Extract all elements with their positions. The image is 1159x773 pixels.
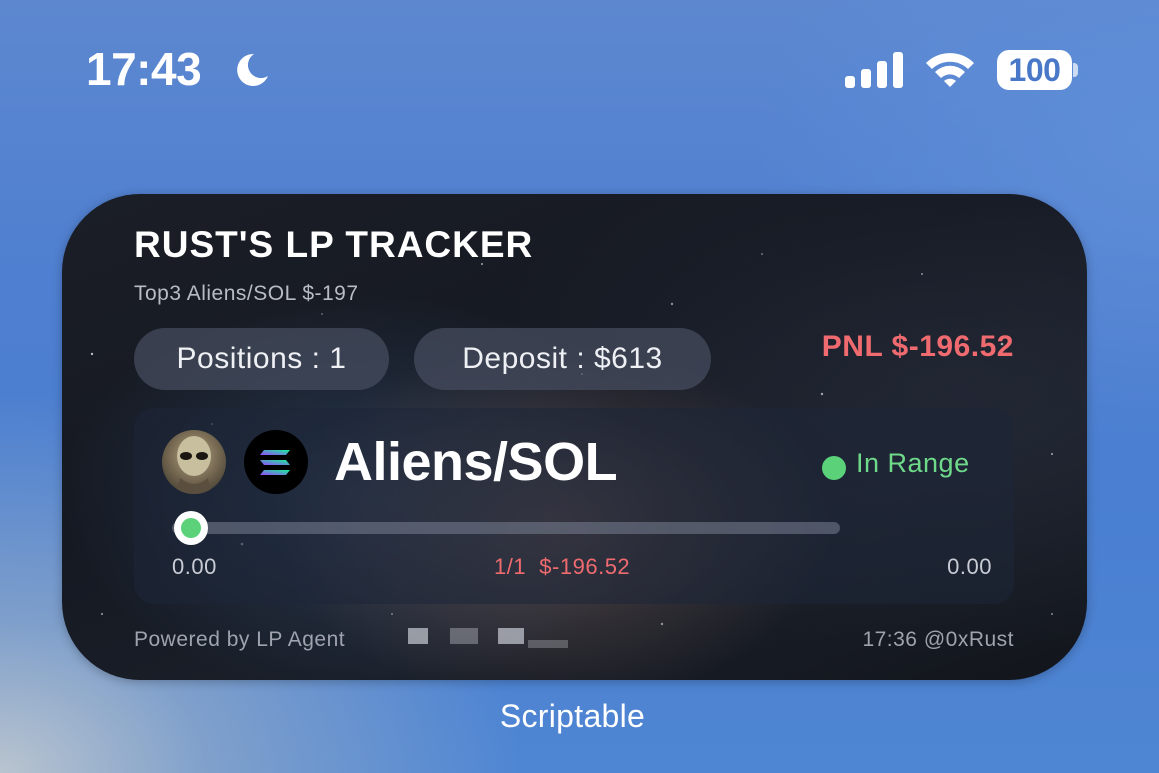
battery-indicator: 100 xyxy=(997,50,1079,90)
moon-icon xyxy=(237,53,268,86)
redacted-block xyxy=(498,628,524,644)
pair-name: Aliens/SOL xyxy=(334,432,618,492)
widget-subtitle: Top3 Aliens/SOL $-197 xyxy=(134,282,359,305)
in-range-status-dot xyxy=(822,456,846,480)
alien-token-icon xyxy=(162,430,226,494)
redacted-block xyxy=(408,628,428,644)
solana-token-icon xyxy=(244,430,308,494)
price-range-track xyxy=(172,522,840,534)
range-min-value: 0.00 xyxy=(172,554,217,579)
battery-cap xyxy=(1073,63,1078,77)
redacted-block xyxy=(528,640,568,648)
powered-by-label: Powered by LP Agent xyxy=(134,628,346,651)
wifi-icon xyxy=(926,53,974,87)
pnl-value: PNL $-196.52 xyxy=(821,330,1014,363)
widget-caption: Scriptable xyxy=(499,698,646,734)
current-price-marker-dot xyxy=(181,518,202,538)
range-summary: 1/1 $-196.52 xyxy=(494,554,631,579)
position-card[interactable]: Aliens/SOL In Range 0.00 1/1 $-196.52 0.… xyxy=(134,408,1014,604)
range-max-value: 0.00 xyxy=(947,554,992,579)
lp-tracker-widget[interactable]: RUST'S LP TRACKER Top3 Aliens/SOL $-197 … xyxy=(62,194,1087,680)
status-time: 17:43 xyxy=(86,43,202,95)
battery-level: 100 xyxy=(997,50,1072,90)
current-price-marker xyxy=(174,511,209,545)
positions-count-badge: Positions : 1 xyxy=(134,328,389,390)
cellular-signal-icon xyxy=(845,52,903,88)
range-status-label: In Range xyxy=(856,448,970,478)
redacted-block xyxy=(450,628,478,644)
update-time-and-author: 17:36 @0xRust xyxy=(862,628,1014,651)
widget-title: RUST'S LP TRACKER xyxy=(134,224,534,265)
deposit-badge: Deposit : $613 xyxy=(414,328,711,390)
